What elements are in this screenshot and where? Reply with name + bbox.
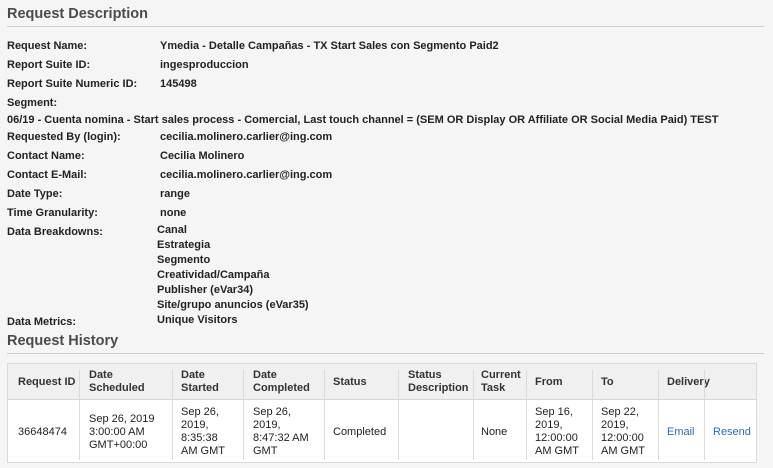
data-breakdown-item: Segmento: [157, 254, 211, 266]
data-metrics-value: Unique Visitors: [157, 314, 238, 326]
report-suite-numeric-id-value: 145498: [160, 78, 197, 90]
data-breakdown-item: Estrategia: [157, 239, 211, 251]
column-header-date-scheduled: Date Scheduled: [89, 369, 145, 394]
cell-date-started: Sep 26, 2019, 8:35:38 AM GMT: [181, 406, 225, 457]
cell-date-scheduled: Sep 26, 2019 3:00:00 AM GMT+00:00: [89, 412, 155, 451]
column-separator: [473, 370, 474, 460]
cell-status-description: [405, 401, 471, 463]
email-link[interactable]: Email: [667, 426, 695, 439]
column-header-delivery: Delivery: [667, 375, 710, 388]
data-metrics-label: Data Metrics:: [7, 316, 77, 328]
data-breakdown-item: Canal: [157, 224, 187, 236]
cell-request-id: 36648474: [18, 425, 67, 438]
column-header-from: From: [535, 375, 563, 388]
column-separator: [704, 370, 705, 460]
data-breakdown-item: Creatividad/Campaña: [157, 269, 270, 281]
contact-email-label: Contact E-Mail:: [7, 169, 88, 181]
data-breakdown-item: Site/grupo anuncios (eVar35): [157, 299, 309, 311]
column-separator: [243, 370, 244, 460]
date-type-value: range: [160, 188, 190, 200]
column-separator: [398, 370, 399, 460]
data-breakdowns-label: Data Breakdowns:: [7, 226, 103, 238]
resend-link[interactable]: Resend: [713, 426, 751, 439]
column-separator: [658, 370, 659, 460]
time-granularity-label: Time Granularity:: [7, 207, 98, 219]
report-suite-numeric-id-label: Report Suite Numeric ID:: [7, 78, 138, 90]
column-separator: [172, 370, 173, 460]
contact-name-value: Cecilia Molinero: [160, 150, 245, 162]
report-suite-id-value: ingesproduccion: [160, 59, 249, 71]
cell-current-task: None: [481, 425, 508, 438]
request-description-title: Request Description: [7, 6, 148, 22]
request-name-value: Ymedia - Detalle Campañas - TX Start Sal…: [160, 40, 499, 52]
column-header-current-task: Current Task: [481, 369, 521, 394]
cell-email: Email: [664, 401, 704, 463]
request-history-title: Request History: [7, 333, 119, 349]
requested-by-label: Requested By (login):: [7, 131, 121, 143]
segment-value: 06/19 - Cuenta nomina - Start sales proc…: [7, 114, 719, 126]
cell-resend: Resend: [710, 401, 756, 463]
request-name-label: Request Name:: [7, 40, 88, 52]
contact-email-value: cecilia.molinero.carlier@ing.com: [160, 169, 333, 181]
cell-status: Completed: [333, 425, 387, 438]
request-history-table: Request ID Date Scheduled Date Started Dat…: [7, 363, 757, 463]
column-header-date-completed: Date Completed: [253, 369, 310, 394]
time-granularity-value: none: [160, 207, 187, 219]
date-type-label: Date Type:: [7, 188, 63, 200]
cell-date-completed: Sep 26, 2019, 8:47:32 AM GMT: [253, 406, 309, 457]
column-header-date-started: Date Started: [181, 369, 219, 394]
column-separator: [526, 370, 527, 460]
column-separator: [592, 370, 593, 460]
section-divider: [7, 353, 764, 354]
column-header-status: Status: [333, 375, 367, 388]
column-header-to: To: [601, 375, 614, 388]
requested-by-value: cecilia.molinero.carlier@ing.com: [160, 131, 333, 143]
column-header-status-description: Status Description: [408, 369, 469, 394]
section-divider: [7, 26, 764, 27]
report-suite-id-label: Report Suite ID:: [7, 59, 91, 71]
data-breakdown-item: Publisher (eVar34): [157, 284, 253, 296]
column-header-request-id: Request ID: [18, 375, 76, 388]
column-separator: [324, 370, 325, 460]
cell-to: Sep 22, 2019, 12:00:00 AM GMT: [601, 406, 645, 457]
column-separator: [79, 370, 80, 460]
contact-name-label: Contact Name:: [7, 150, 85, 162]
cell-from: Sep 16, 2019, 12:00:00 AM GMT: [535, 406, 579, 457]
segment-label: Segment:: [7, 97, 58, 109]
